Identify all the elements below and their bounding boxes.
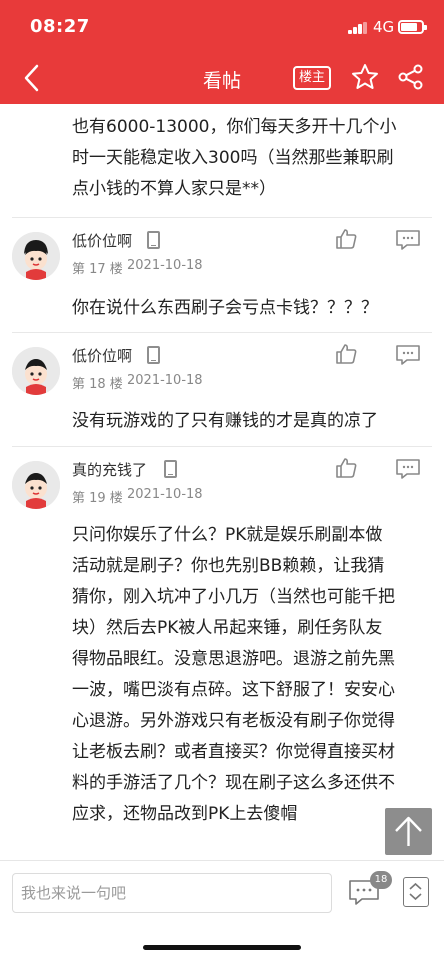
signal-icon [348, 22, 368, 34]
floor-number: 第 19 楼 [72, 491, 123, 506]
post-body: 没有玩游戏的了只有赚钱的才是真的凉了 [72, 411, 378, 431]
avatar[interactable] [12, 232, 60, 280]
comment-count-badge: 18 [370, 871, 392, 889]
post-header: 低价位啊 第 17 楼 2021-10-18 [0, 229, 444, 292]
comment-input[interactable]: 我也来说一句吧 [12, 873, 332, 913]
home-indicator [143, 945, 301, 950]
thread-content: 也有6000-13000，你们每天多开十几个小 时一天能稳定收入300吗（当然那… [0, 104, 444, 860]
avatar[interactable] [12, 347, 60, 395]
status-time: 08:27 [30, 16, 90, 37]
post-date: 2021-10-18 [127, 487, 203, 502]
scroll-to-top-button[interactable] [385, 808, 432, 855]
post-body: 只问你娱乐了什么？PK就是娱乐刷副本做 活动就是刷子？你也先别BB赖赖，让我猜 … [72, 525, 395, 824]
post-body: 你在说什么东西刷子会亏点卡钱？？？？ [72, 298, 378, 318]
phone-icon [147, 231, 160, 249]
post-date: 2021-10-18 [127, 258, 203, 273]
status-bar: 08:27 4G [0, 0, 444, 52]
reply-icon[interactable] [395, 458, 421, 480]
thumbs-up-icon[interactable] [335, 343, 357, 365]
divider [12, 446, 432, 447]
username[interactable]: 真的充钱了 [72, 459, 147, 480]
louzhu-only-button[interactable]: 楼主 [293, 66, 332, 90]
share-icon[interactable] [397, 63, 425, 91]
username[interactable]: 低价位啊 [72, 345, 132, 366]
avatar[interactable] [12, 461, 60, 509]
floor-number: 第 17 楼 [72, 262, 123, 277]
bottom-bar: 我也来说一句吧 18 [0, 860, 444, 960]
battery-icon [398, 20, 427, 34]
floor-number: 第 18 楼 [72, 377, 123, 392]
network-label: 4G [373, 18, 395, 36]
post-body: 也有6000-13000，你们每天多开十几个小 时一天能稳定收入300吗（当然那… [72, 117, 397, 199]
reply-icon[interactable] [395, 229, 421, 251]
divider [12, 217, 432, 218]
username[interactable]: 低价位啊 [72, 230, 132, 251]
phone-icon [164, 460, 177, 478]
reply-icon[interactable] [395, 344, 421, 366]
star-icon[interactable] [351, 63, 379, 91]
post-date: 2021-10-18 [127, 373, 203, 388]
top-bar: 08:27 4G 看帖 楼主 [0, 0, 444, 104]
phone-icon [147, 346, 160, 364]
thumbs-up-icon[interactable] [335, 457, 357, 479]
nav-bar: 看帖 楼主 [0, 52, 444, 104]
thumbs-up-icon[interactable] [335, 228, 357, 250]
post-header: 低价位啊 第 18 楼 2021-10-18 [0, 344, 444, 407]
expand-icon[interactable] [403, 877, 429, 907]
post-header: 真的充钱了 第 19 楼 2021-10-18 [0, 458, 444, 521]
divider [12, 332, 432, 333]
